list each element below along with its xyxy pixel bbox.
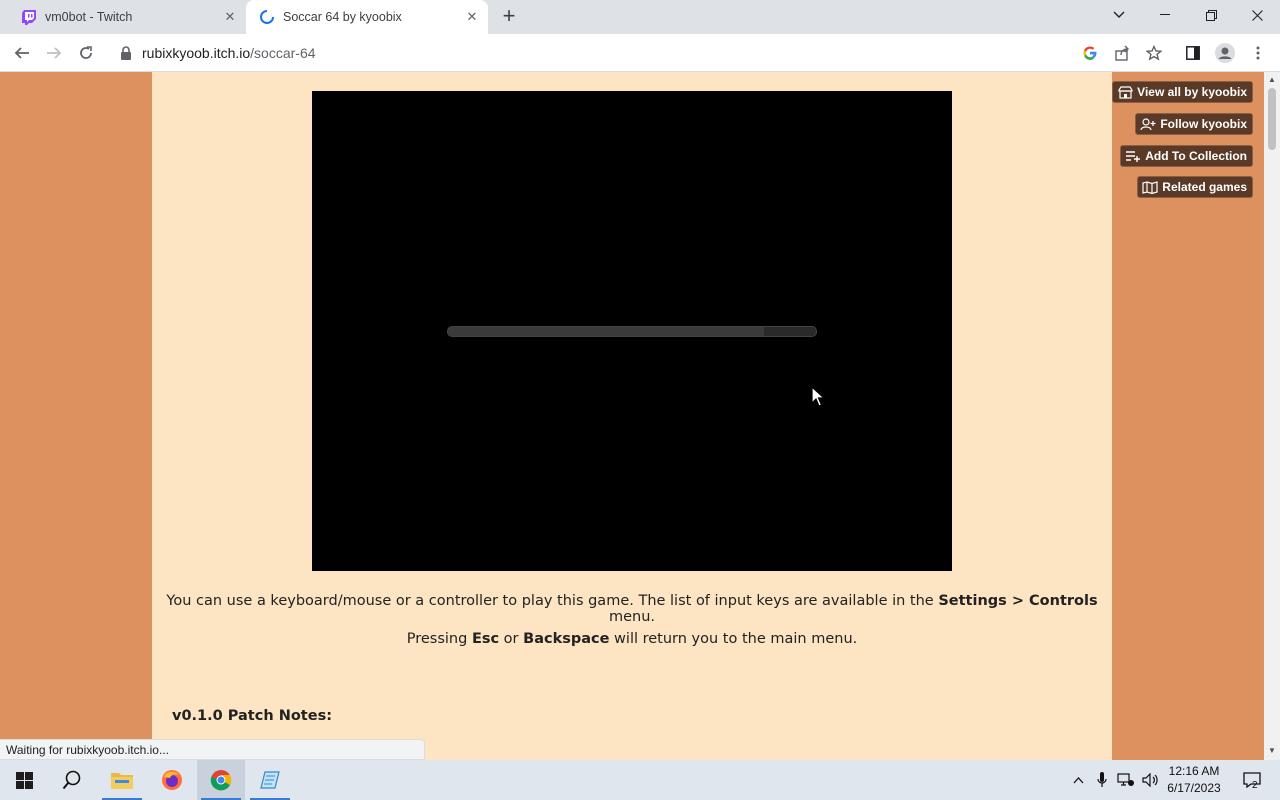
notification-count: 2 (1252, 780, 1258, 791)
follow-button[interactable]: Follow kyoobix (1135, 113, 1253, 135)
scroll-up-icon[interactable]: ▲ (1268, 75, 1276, 84)
back-arrow-icon[interactable] (10, 41, 34, 65)
url-path: /soccar-64 (250, 45, 316, 61)
star-icon[interactable] (1142, 41, 1166, 65)
menu-dots-icon[interactable] (1246, 41, 1270, 65)
close-icon[interactable]: ✕ (222, 9, 238, 25)
page-scrollbar[interactable]: ▲ ▼ (1264, 72, 1280, 760)
page-left-margin (0, 72, 152, 760)
tab-strip: vm0bot - Twitch ✕ Soccar 64 by kyoobix ✕… (0, 0, 1280, 34)
add-to-collection-button[interactable]: Add To Collection (1120, 145, 1253, 167)
url-host: rubixkyoob.itch.io (142, 45, 251, 61)
related-games-button[interactable]: Related games (1137, 176, 1253, 198)
esc-key-text: Esc (471, 631, 500, 647)
scroll-down-icon[interactable]: ▼ (1268, 746, 1276, 755)
tab-soccar[interactable]: Soccar 64 by kyoobix ✕ (246, 0, 488, 34)
loading-spinner-icon (259, 9, 275, 25)
forward-arrow-icon[interactable] (42, 41, 66, 65)
tab-search-icon[interactable] (1096, 0, 1142, 30)
mouse-cursor-icon (811, 386, 825, 407)
scroll-thumb[interactable] (1268, 88, 1276, 150)
desc-text: or (499, 631, 524, 647)
microphone-icon[interactable] (1092, 760, 1112, 800)
add-list-icon (1125, 149, 1141, 163)
share-icon[interactable] (1110, 41, 1134, 65)
twitch-icon (21, 9, 37, 25)
tab-twitch[interactable]: vm0bot - Twitch ✕ (8, 0, 246, 34)
volume-icon[interactable] (1140, 760, 1162, 800)
notepad-app-icon[interactable] (246, 760, 294, 800)
follow-label: Follow kyoobix (1160, 117, 1247, 131)
browser-toolbar: rubixkyoob.itch.io/soccar-64 (0, 34, 1280, 72)
desc-text: You can use a keyboard/mouse or a contro… (166, 593, 939, 609)
search-icon[interactable] (48, 760, 96, 800)
tab-title: Soccar 64 by kyoobix (283, 10, 402, 24)
backspace-key-text: Backspace (523, 631, 610, 647)
lock-icon[interactable] (120, 46, 132, 60)
view-all-button[interactable]: View all by kyoobix (1112, 81, 1253, 103)
tab-title: vm0bot - Twitch (45, 10, 133, 24)
loading-progress-fill (448, 327, 765, 336)
close-icon[interactable]: ✕ (464, 9, 480, 25)
return-menu-description: Pressing Esc or Backspace will return yo… (152, 631, 1112, 647)
desc-text: Pressing (406, 631, 472, 647)
controls-description: You can use a keyboard/mouse or a contro… (152, 593, 1112, 625)
close-window-icon[interactable] (1234, 0, 1280, 30)
action-center-icon[interactable]: 2 (1232, 760, 1272, 800)
loading-progress-bar (447, 326, 817, 337)
tray-chevron-up-icon[interactable] (1068, 760, 1088, 800)
minimize-icon[interactable] (1142, 0, 1188, 30)
windows-taskbar: 12:16 AM 6/17/2023 2 (0, 760, 1280, 800)
side-panel-icon[interactable] (1181, 41, 1205, 65)
plus-icon[interactable]: + (497, 5, 521, 29)
map-icon (1142, 180, 1158, 194)
google-icon[interactable] (1078, 41, 1102, 65)
system-clock[interactable]: 12:16 AM 6/17/2023 (1164, 763, 1224, 797)
itch-store-icon (1117, 85, 1133, 99)
address-bar[interactable]: rubixkyoob.itch.io/soccar-64 (108, 38, 1108, 68)
firefox-icon[interactable] (148, 760, 196, 800)
profile-avatar-icon[interactable] (1213, 41, 1237, 65)
desc-text: menu. (608, 609, 656, 625)
related-games-label: Related games (1162, 180, 1247, 194)
add-to-collection-label: Add To Collection (1145, 149, 1247, 163)
patch-notes-heading: v0.1.0 Patch Notes: (172, 708, 332, 724)
status-bubble: Waiting for rubixkyoob.itch.io... (0, 739, 425, 760)
restore-icon[interactable] (1188, 0, 1234, 30)
game-canvas[interactable] (312, 91, 952, 571)
add-user-icon (1140, 117, 1156, 131)
desc-text: will return you to the main menu. (609, 631, 858, 647)
chrome-icon[interactable] (197, 760, 245, 800)
stop-loading-icon[interactable] (74, 41, 98, 65)
clock-date: 6/17/2023 (1167, 781, 1221, 795)
settings-controls-text: Settings > Controls (938, 593, 1098, 609)
windows-start-icon[interactable] (0, 760, 48, 800)
url-text: rubixkyoob.itch.io/soccar-64 (142, 45, 316, 61)
view-all-label: View all by kyoobix (1137, 85, 1247, 99)
file-explorer-icon[interactable] (98, 760, 146, 800)
clock-time: 12:16 AM (1168, 764, 1220, 778)
network-icon[interactable] (1115, 760, 1137, 800)
